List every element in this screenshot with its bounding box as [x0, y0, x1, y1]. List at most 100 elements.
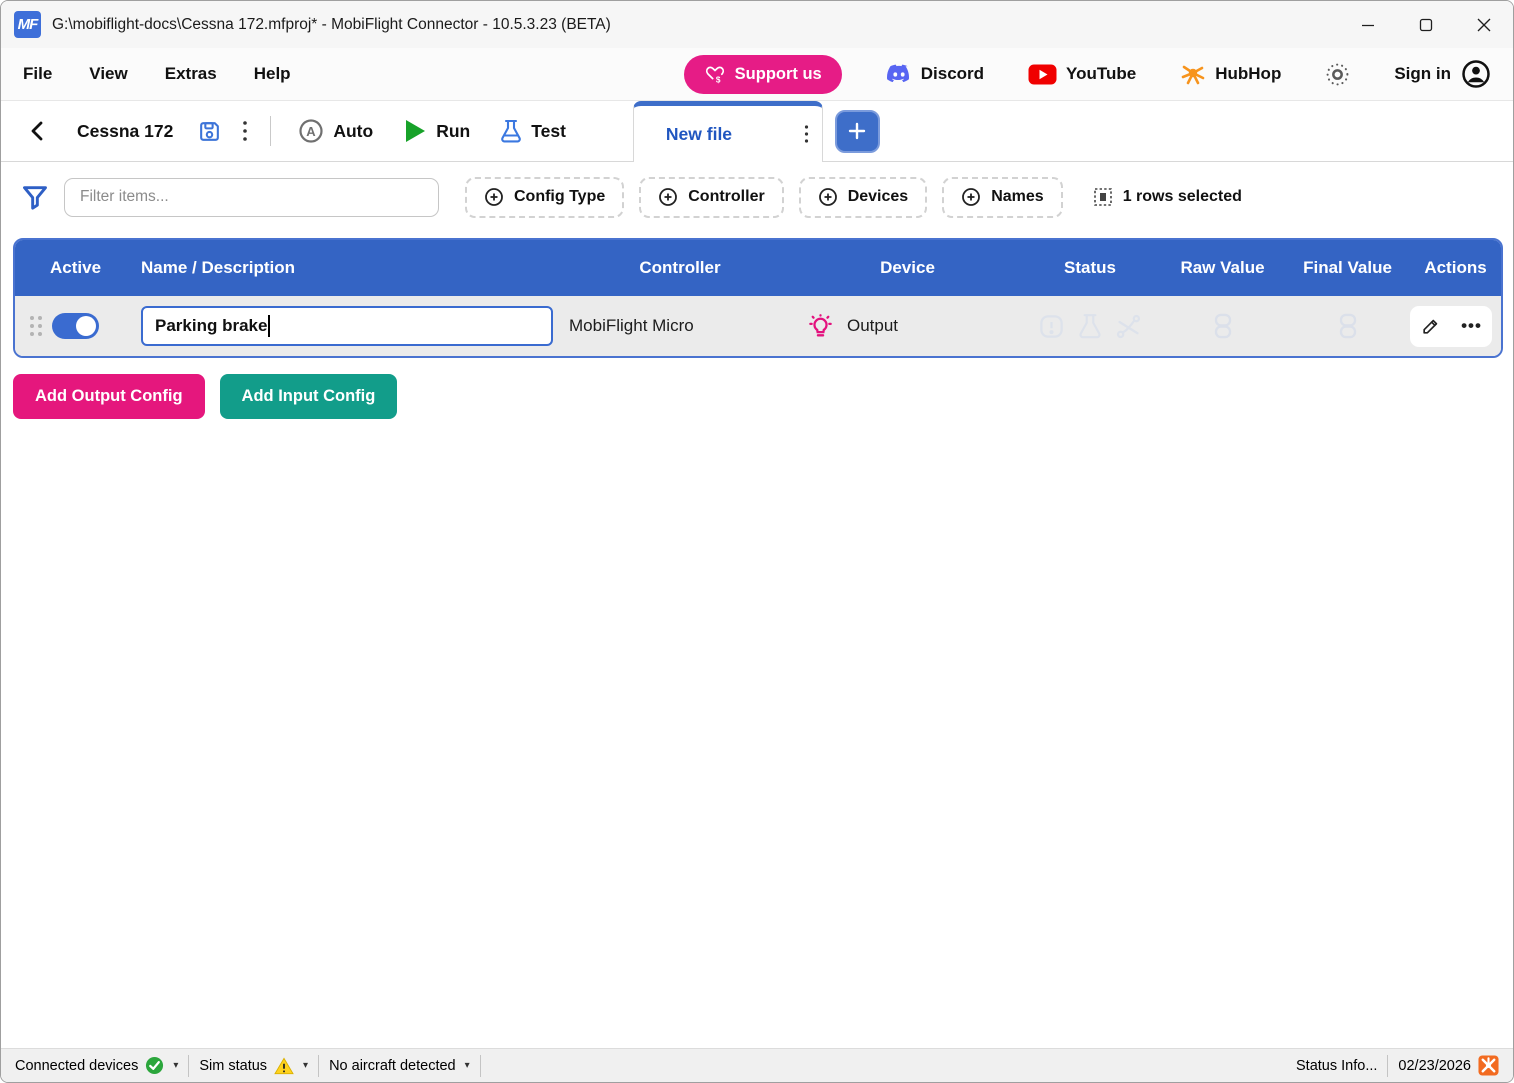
- column-header-raw-value: Raw Value: [1160, 258, 1285, 278]
- active-toggle[interactable]: [52, 313, 99, 339]
- status-test-icon: [1078, 313, 1102, 340]
- tab-new-file[interactable]: New file: [633, 101, 823, 162]
- test-button[interactable]: Test: [485, 119, 581, 144]
- heart-donate-icon: $: [704, 63, 726, 85]
- text-caret: [268, 315, 270, 337]
- run-button[interactable]: Run: [388, 118, 485, 144]
- statusbar-divider: [318, 1055, 319, 1077]
- save-button[interactable]: [187, 119, 232, 144]
- hubhop-link[interactable]: HubHop: [1180, 62, 1281, 86]
- table-row: Parking brake MobiFlight Micro Output: [15, 296, 1501, 356]
- actions-cell: •••: [1410, 306, 1501, 347]
- filter-bar: Config Type Controller Devices Names 1 r…: [1, 162, 1513, 232]
- add-config-row: Add Output Config Add Input Config: [13, 374, 1501, 419]
- add-filter-icon: [961, 187, 981, 207]
- filter-input[interactable]: [64, 178, 439, 217]
- filter-names-button[interactable]: Names: [942, 177, 1062, 218]
- add-output-config-button[interactable]: Add Output Config: [13, 374, 205, 419]
- edit-config-button[interactable]: [1410, 306, 1451, 347]
- column-header-controller: Controller: [565, 258, 795, 278]
- statusbar-divider: [1387, 1055, 1388, 1077]
- date-display: 02/23/2026: [1390, 1055, 1507, 1076]
- mobiflight-logo-icon: MF: [14, 11, 41, 38]
- tab-menu-kebab-icon[interactable]: [804, 124, 809, 144]
- status-bar: Connected devices ▾ Sim status ▾ No airc…: [1, 1048, 1513, 1082]
- play-icon: [403, 118, 427, 144]
- filter-config-type-button[interactable]: Config Type: [465, 177, 624, 218]
- warning-icon: [274, 1057, 294, 1075]
- sign-in-button[interactable]: Sign in: [1394, 59, 1491, 89]
- youtube-link[interactable]: YouTube: [1028, 64, 1136, 85]
- selection-icon: [1093, 187, 1113, 207]
- column-header-active: Active: [15, 258, 125, 278]
- dropdown-caret-icon: ▾: [173, 1060, 178, 1071]
- add-filter-icon: [658, 187, 678, 207]
- project-menu-kebab-icon[interactable]: [232, 119, 258, 143]
- minimize-button[interactable]: [1339, 1, 1397, 48]
- menu-file[interactable]: File: [23, 64, 52, 84]
- window-title: G:\mobiflight-docs\Cessna 172.mfproj* - …: [52, 16, 611, 34]
- menu-bar: File View Extras Help $ Support us: [1, 48, 1513, 101]
- final-value-placeholder-icon: [1334, 312, 1362, 340]
- add-tab-button[interactable]: [835, 110, 880, 153]
- menu-extras[interactable]: Extras: [165, 64, 217, 84]
- table-header-row: Active Name / Description Controller Dev…: [15, 240, 1501, 296]
- maximize-button[interactable]: [1397, 1, 1455, 48]
- content-area: [1, 419, 1513, 1048]
- back-button[interactable]: [21, 120, 55, 142]
- discord-link[interactable]: Discord: [886, 64, 984, 84]
- auto-button[interactable]: A Auto: [283, 118, 388, 144]
- column-header-actions: Actions: [1410, 258, 1501, 278]
- filter-controller-button[interactable]: Controller: [639, 177, 783, 218]
- column-header-device: Device: [795, 258, 1020, 278]
- auto-icon: A: [298, 118, 324, 144]
- status-info-link[interactable]: Status Info...: [1288, 1058, 1385, 1074]
- sim-status[interactable]: Sim status ▾: [191, 1057, 316, 1075]
- filter-devices-button[interactable]: Devices: [799, 177, 928, 218]
- support-us-button[interactable]: $ Support us: [684, 55, 842, 94]
- msfs-connect-icon: [1478, 1055, 1499, 1076]
- column-header-name: Name / Description: [125, 258, 565, 278]
- close-button[interactable]: [1455, 1, 1513, 48]
- raw-value-placeholder-icon: [1209, 312, 1237, 340]
- statusbar-divider: [188, 1055, 189, 1077]
- status-precondition-icon: [1038, 313, 1065, 340]
- menu-help[interactable]: Help: [254, 64, 291, 84]
- controller-cell: MobiFlight Micro: [565, 316, 795, 336]
- dropdown-caret-icon: ▾: [465, 1060, 470, 1071]
- more-actions-button[interactable]: •••: [1451, 306, 1492, 347]
- svg-text:A: A: [307, 124, 317, 139]
- status-cell: [1020, 313, 1160, 340]
- ok-check-icon: [145, 1056, 164, 1075]
- add-input-config-button[interactable]: Add Input Config: [220, 374, 398, 419]
- column-header-status: Status: [1020, 258, 1160, 278]
- raw-value-cell: [1160, 312, 1285, 340]
- filter-funnel-icon: [21, 183, 49, 211]
- output-lightbulb-icon: [807, 313, 834, 340]
- add-filter-icon: [818, 187, 838, 207]
- toolbar: Cessna 172 A Auto: [1, 101, 1513, 162]
- connected-devices-status[interactable]: Connected devices ▾: [7, 1056, 186, 1075]
- name-description-input[interactable]: Parking brake: [141, 306, 553, 346]
- add-filter-icon: [484, 187, 504, 207]
- device-cell: Output: [795, 313, 1020, 340]
- final-value-cell: [1285, 312, 1410, 340]
- project-name: Cessna 172: [77, 121, 173, 142]
- status-disconnected-icon: [1115, 313, 1142, 340]
- user-avatar-icon: [1461, 59, 1491, 89]
- app-window: MF G:\mobiflight-docs\Cessna 172.mfproj*…: [0, 0, 1514, 1083]
- discord-icon: [886, 64, 912, 84]
- aircraft-status[interactable]: No aircraft detected ▾: [321, 1058, 478, 1074]
- column-header-final-value: Final Value: [1285, 258, 1410, 278]
- title-bar: MF G:\mobiflight-docs\Cessna 172.mfproj*…: [1, 1, 1513, 48]
- youtube-icon: [1028, 64, 1057, 85]
- statusbar-divider: [480, 1055, 481, 1077]
- theme-toggle-icon[interactable]: [1325, 62, 1350, 87]
- svg-text:$: $: [716, 75, 721, 84]
- flask-icon: [500, 119, 522, 144]
- toolbar-divider: [270, 116, 271, 146]
- drag-handle[interactable]: [27, 313, 45, 339]
- dropdown-caret-icon: ▾: [303, 1060, 308, 1071]
- config-table: Active Name / Description Controller Dev…: [13, 238, 1503, 358]
- menu-view[interactable]: View: [89, 64, 127, 84]
